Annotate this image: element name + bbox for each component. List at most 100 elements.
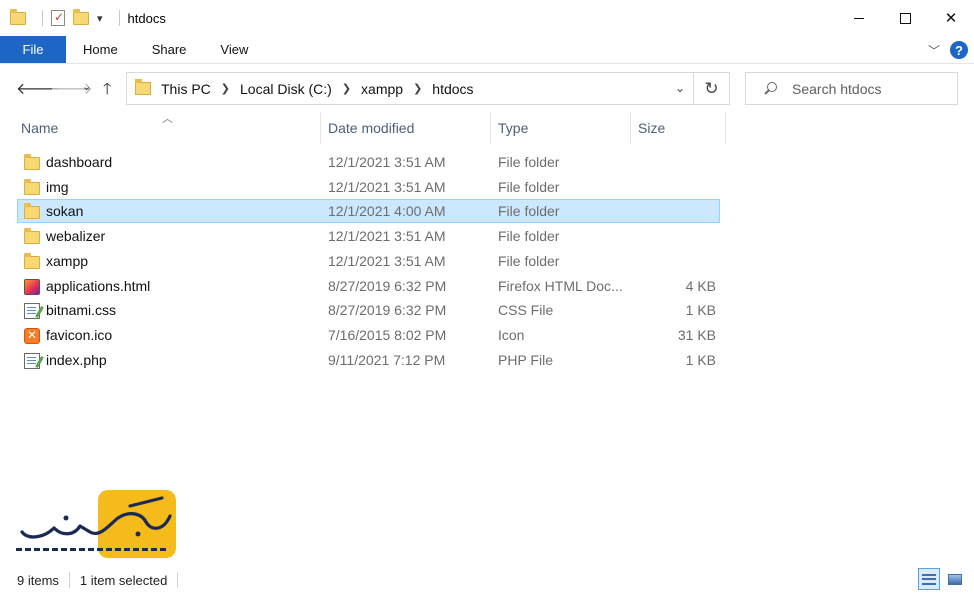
large-icons-view-button[interactable]	[944, 568, 966, 590]
file-date-modified: 12/1/2021 3:51 AM	[328, 178, 446, 195]
logo-dashed-underline	[16, 548, 166, 551]
folder-icon	[10, 8, 26, 25]
tab-view[interactable]: View	[203, 36, 265, 63]
file-date-modified: 9/11/2021 7:12 PM	[328, 351, 446, 368]
file-name: img	[46, 178, 69, 195]
details-view-button[interactable]	[918, 568, 940, 590]
php-file-icon	[24, 352, 40, 369]
file-size: 1 KB	[685, 351, 716, 368]
breadcrumb-this-pc[interactable]: This PC	[161, 81, 211, 97]
file-type: CSS File	[498, 302, 554, 319]
item-count: 9 items	[17, 572, 59, 588]
title-bar: ▾ htdocs ✕	[0, 0, 974, 36]
folder-icon	[24, 203, 40, 220]
breadcrumb-chevron-icon[interactable]: ❯	[413, 82, 422, 95]
folder-icon	[24, 228, 40, 245]
file-size: 4 KB	[685, 277, 716, 294]
file-row[interactable]: index.php 9/11/2021 7:12 PM PHP File 1 KB	[17, 348, 720, 372]
file-type: PHP File	[498, 351, 553, 368]
status-divider	[177, 572, 179, 588]
file-name: webalizer	[46, 228, 106, 245]
qat-divider	[42, 10, 43, 26]
file-name: index.php	[46, 351, 107, 368]
tab-share[interactable]: Share	[135, 36, 204, 63]
file-type: File folder	[498, 154, 560, 170]
file-name: sokan	[46, 203, 84, 220]
firefox-html-icon	[24, 278, 40, 295]
ribbon-tabs: File Home Share View ﹀ ?	[0, 36, 974, 64]
file-row[interactable]: img 12/1/2021 3:51 AM File folder	[17, 175, 720, 199]
breadcrumb-htdocs[interactable]: htdocs	[432, 81, 473, 97]
refresh-button[interactable]: ↻	[694, 72, 730, 105]
file-date-modified: 8/27/2019 6:32 PM	[328, 277, 447, 294]
column-header-type[interactable]: Type	[491, 112, 631, 144]
details-view-icon	[922, 573, 936, 585]
file-name: applications.html	[46, 277, 151, 294]
window-title: htdocs	[127, 10, 166, 26]
file-type: Icon	[498, 326, 525, 343]
address-history-dropdown-icon[interactable]: ⌄	[675, 81, 685, 95]
search-box[interactable]	[745, 72, 958, 105]
address-bar[interactable]: This PC ❯ Local Disk (C:) ❯ xampp ❯ htdo…	[126, 72, 694, 105]
file-type: File folder	[498, 203, 560, 220]
file-row[interactable]: bitnami.css 8/27/2019 6:32 PM CSS File 1 KB	[17, 298, 720, 322]
file-date-modified: 7/16/2015 8:02 PM	[328, 326, 447, 343]
navigation-bar: 🡐 🡒 ⌄ 🡑 This PC ❯ Local Disk (C:) ❯ xamp…	[0, 64, 974, 112]
file-name: favicon.ico	[46, 326, 113, 343]
new-folder-icon[interactable]	[73, 8, 89, 25]
column-header-size[interactable]: Size	[631, 112, 726, 144]
search-icon	[762, 81, 778, 97]
folder-icon	[24, 178, 40, 195]
file-name: dashboard	[46, 154, 113, 170]
file-name: xampp	[46, 252, 89, 269]
file-size: 1 KB	[685, 302, 716, 319]
maximize-button[interactable]	[882, 0, 928, 36]
close-button[interactable]: ✕	[928, 0, 974, 36]
file-row[interactable]: sokan 12/1/2021 4:00 AM File folder	[17, 199, 720, 224]
large-icons-view-icon	[948, 573, 962, 585]
file-date-modified: 12/1/2021 3:51 AM	[328, 228, 446, 245]
folder-icon	[24, 252, 40, 269]
file-row[interactable]: dashboard 12/1/2021 3:51 AM File folder	[17, 150, 720, 174]
selection-count: 1 item selected	[79, 572, 168, 588]
column-header-name[interactable]: Name	[14, 112, 321, 144]
file-name: bitnami.css	[46, 302, 117, 319]
file-type: Firefox HTML Doc...	[498, 277, 623, 294]
breadcrumb-chevron-icon[interactable]: ❯	[342, 82, 351, 95]
quick-access-toolbar: ▾	[0, 0, 128, 36]
file-row[interactable]: xampp 12/1/2021 3:51 AM File folder	[17, 249, 720, 273]
watermark-logo	[14, 488, 178, 562]
up-arrow-icon[interactable]: 🡑	[103, 78, 111, 105]
maximize-icon	[899, 12, 911, 24]
file-row[interactable]: webalizer 12/1/2021 3:51 AM File folder	[17, 224, 720, 248]
tab-file[interactable]: File	[0, 36, 66, 63]
breadcrumb-chevron-icon[interactable]: ❯	[221, 82, 230, 95]
refresh-icon: ↻	[704, 78, 719, 98]
tab-home[interactable]: Home	[66, 36, 135, 63]
minimize-button[interactable]	[836, 0, 882, 36]
file-date-modified: 8/27/2019 6:32 PM	[328, 302, 447, 319]
window-controls: ✕	[836, 0, 974, 36]
column-header-date-modified[interactable]: Date modified	[321, 112, 491, 144]
file-type: File folder	[498, 178, 560, 195]
breadcrumb-local-disk[interactable]: Local Disk (C:)	[240, 81, 332, 97]
file-date-modified: 12/1/2021 3:51 AM	[328, 154, 446, 170]
breadcrumb-xampp[interactable]: xampp	[361, 81, 403, 97]
file-row[interactable]: favicon.ico 7/16/2015 8:02 PM Icon 31 KB	[17, 323, 720, 347]
folder-icon	[135, 79, 151, 95]
view-switcher	[914, 568, 966, 590]
file-type: File folder	[498, 252, 560, 269]
properties-icon[interactable]	[51, 10, 65, 26]
file-row[interactable]: applications.html 8/27/2019 6:32 PM Firefo…	[17, 274, 720, 298]
recent-locations-chevron-icon[interactable]: ⌄	[82, 80, 91, 93]
expand-ribbon-chevron-icon[interactable]: ﹀	[928, 42, 940, 59]
file-date-modified: 12/1/2021 3:51 AM	[328, 252, 446, 269]
close-icon: ✕	[944, 10, 958, 27]
customize-qat-dropdown-icon[interactable]: ▾	[97, 12, 103, 25]
status-divider	[68, 572, 70, 588]
search-input[interactable]	[792, 80, 952, 97]
folder-icon	[24, 154, 40, 170]
ribbon-right-controls: ﹀ ?	[928, 36, 968, 64]
xampp-ico-icon	[24, 327, 40, 344]
help-icon[interactable]: ?	[950, 41, 968, 59]
